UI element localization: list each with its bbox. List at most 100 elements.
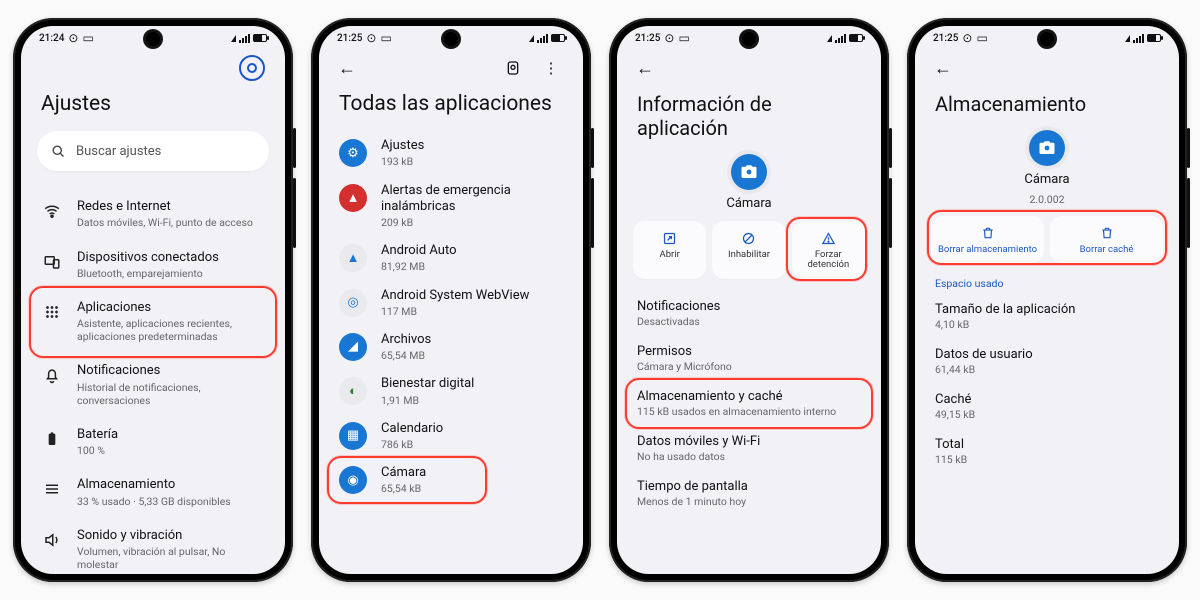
status-icon: ⊙ [68,31,78,45]
trash-icon [981,226,995,240]
app-name: Cámara [1024,172,1069,187]
app-info-row[interactable]: Permisos Cámara y Micrófono [633,336,865,381]
top-bar [21,50,285,86]
settings-row-storage[interactable]: Almacenamiento 33 % usado · 5,33 GB disp… [37,467,269,517]
app-size: 1,91 MB [381,394,563,407]
force-stop-button[interactable]: Forzar detención [792,221,865,279]
row-title: Notificaciones [77,363,265,379]
settings-row-wifi[interactable]: Redes e Internet Datos móviles, Wi-Fi, p… [37,189,269,239]
app-version: 2.0.002 [1029,193,1064,206]
app-name: Bienestar digital [381,376,563,392]
app-size: 193 kB [381,155,563,168]
app-info-row[interactable]: Tiempo de pantalla Menos de 1 minuto hoy [633,471,865,516]
trash-icon [1100,226,1114,240]
overflow-menu-icon[interactable]: ⋮ [533,50,569,86]
app-size: 65,54 kB [381,482,563,495]
clear-row: Borrar almacenamiento Borrar caché [931,216,1163,263]
camera-notch [742,32,756,46]
row-title: Almacenamiento [77,477,265,493]
page-title: Almacenamiento [931,92,1163,116]
profile-button[interactable] [239,55,265,81]
row-title: Datos de usuario [935,347,1159,362]
app-icon: ▲ [339,244,367,272]
camera-notch [1040,32,1054,46]
app-row[interactable]: ◐ Bienestar digital 1,91 MB [335,369,567,413]
row-value: 115 kB [935,453,1159,466]
app-icon: ◎ [339,289,367,317]
app-info-row[interactable]: Notificaciones Desactivadas [633,291,865,336]
row-subtitle: 33 % usado · 5,33 GB disponibles [77,495,265,508]
warning-icon [821,231,836,246]
apps-list: ⚙ Ajustes 193 kB▲ Alertas de emergencia … [335,131,567,502]
settings-row-battery[interactable]: Batería 100 % [37,417,269,467]
row-title: Dispositivos conectados [77,250,265,266]
wifi-icon [41,200,63,222]
open-button[interactable]: Abrir [633,221,706,279]
page-title: Información de aplicación [633,92,865,140]
status-time: 21:24 [39,33,64,44]
storage-icon [41,478,63,500]
storage-row: Datos de usuario 61,44 kB [931,339,1163,384]
back-button[interactable]: ← [925,50,961,86]
clear-storage-button[interactable]: Borrar almacenamiento [931,216,1044,263]
settings-row-devices[interactable]: Dispositivos conectados Bluetooth, empar… [37,240,269,290]
storage-row: Caché 49,15 kB [931,384,1163,429]
app-icon: ▲ [339,184,367,212]
app-icon: ⚙ [339,139,367,167]
disable-button[interactable]: Inhabilitar [712,221,785,279]
app-row[interactable]: ▦ Calendario 786 kB [335,414,567,458]
row-title: Tiempo de pantalla [637,479,861,494]
app-hero: Cámara 2.0.002 [931,130,1163,206]
phone-storage: 21:25 ⊙▭ ← Almacenamiento Cámara 2.0.002 [907,18,1187,582]
page-title: Ajustes [37,92,269,117]
row-title: Notificaciones [637,299,861,314]
search-placeholder: Buscar ajustes [76,144,161,159]
app-row[interactable]: ▲ Alertas de emergencia inalámbricas 209… [335,176,567,237]
app-size: 786 kB [381,438,563,451]
apps-icon [41,301,63,323]
app-row[interactable]: ◢ Archivos 65,54 MB [335,325,567,369]
row-subtitle: Cámara y Micrófono [637,360,861,373]
phone-settings: 21:24 ⊙ ▭ Ajustes Buscar ajustes Red [13,18,293,582]
app-row[interactable]: ◉ Cámara 65,54 kB [335,458,567,502]
row-title: Sonido y vibración [77,528,265,544]
app-icon: ◢ [339,333,367,361]
row-subtitle: Menos de 1 minuto hoy [637,495,861,508]
row-subtitle: Asistente, aplicaciones recientes, aplic… [77,317,265,343]
signal-icon [231,35,236,42]
phone-app-info: 21:25 ⊙▭ ← Información de aplicación Cám… [609,18,889,582]
settings-row-apps[interactable]: Aplicaciones Asistente, aplicaciones rec… [37,290,269,354]
row-subtitle: 115 kB usados en almacenamiento interno [637,405,861,418]
settings-row-sound[interactable]: Sonido y vibración Volumen, vibración al… [37,518,269,574]
status-time: 21:25 [337,33,362,44]
settings-row-notif[interactable]: Notificaciones Historial de notificacion… [37,353,269,417]
camera-notch [444,32,458,46]
open-icon [662,231,677,246]
row-title: Datos móviles y Wi-Fi [637,434,861,449]
app-row[interactable]: ◎ Android System WebView 117 MB [335,281,567,325]
clear-cache-button[interactable]: Borrar caché [1050,216,1163,263]
row-subtitle: Historial de notificaciones, conversacio… [77,381,265,407]
battery-icon [41,428,63,450]
row-value: 49,15 kB [935,408,1159,421]
app-size: 117 MB [381,305,563,318]
back-button[interactable]: ← [329,50,365,86]
search-input[interactable]: Buscar ajustes [37,131,269,171]
app-row[interactable]: ▲ Android Auto 81,92 MB [335,236,567,280]
row-value: 4,10 kB [935,318,1159,331]
status-icon: ▭ [82,31,93,45]
notif-icon [41,364,63,386]
back-button[interactable]: ← [627,50,663,86]
row-subtitle: Bluetooth, emparejamiento [77,267,265,280]
section-label: Espacio usado [935,277,1163,290]
action-row: Abrir Inhabilitar Forzar detención [633,221,865,279]
status-time: 21:25 [933,33,958,44]
app-name: Android Auto [381,243,563,259]
app-info-row[interactable]: Datos móviles y Wi-Fi No ha usado datos [633,426,865,471]
app-info-row[interactable]: Almacenamiento y caché 115 kB usados en … [633,381,865,426]
disable-icon [741,231,756,246]
storage-list: Tamaño de la aplicación 4,10 kBDatos de … [931,294,1163,474]
app-row[interactable]: ⚙ Ajustes 193 kB [335,131,567,175]
storage-row: Total 115 kB [931,429,1163,474]
search-icon[interactable] [495,50,531,86]
